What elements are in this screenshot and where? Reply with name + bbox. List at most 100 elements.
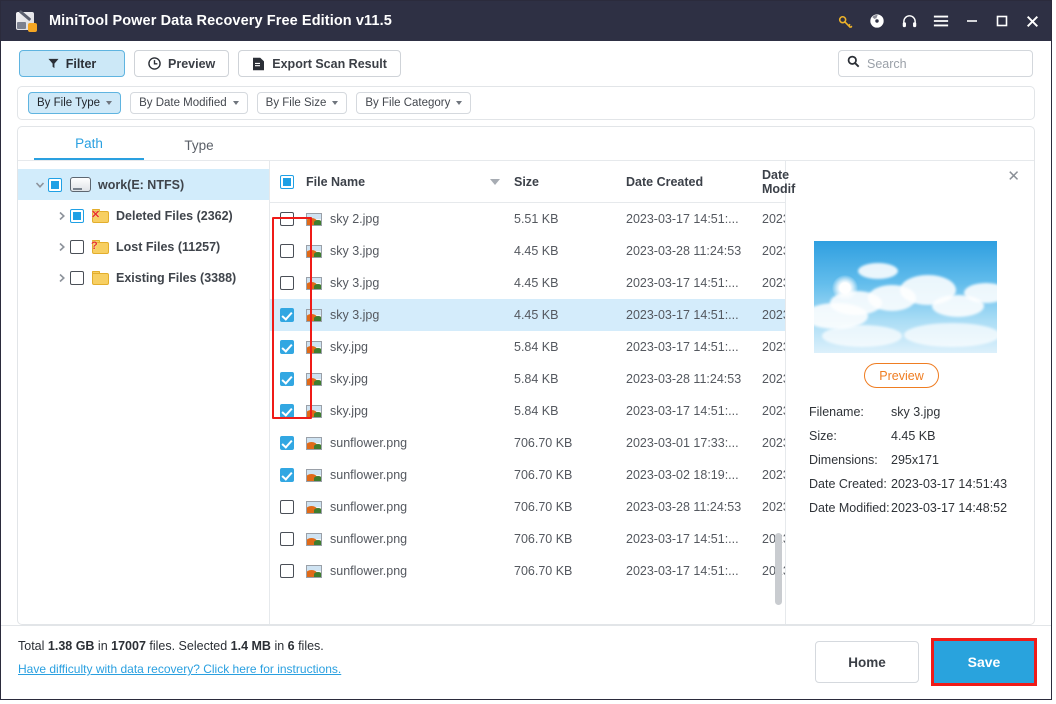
export-scan-result-button[interactable]: Export Scan Result [238, 50, 401, 77]
filter-by-file-size[interactable]: By File Size [256, 92, 348, 114]
minimize-button[interactable] [957, 1, 987, 41]
panel-tabs: Path Type [18, 127, 1034, 160]
filter-by-file-category[interactable]: By File Category [356, 92, 472, 114]
close-button[interactable] [1017, 1, 1047, 41]
filter-by-file-size-label: By File Size [265, 97, 327, 109]
tab-type[interactable]: Type [144, 138, 254, 160]
chevron-right-icon[interactable] [54, 242, 70, 252]
home-button[interactable]: Home [815, 641, 919, 683]
cell-file-name: sunflower.png [306, 532, 514, 546]
row-checkbox[interactable] [280, 276, 294, 290]
preview-metadata: Filename: sky 3.jpg Size: 4.45 KB Dimensions… [809, 405, 1028, 525]
row-checkbox[interactable] [280, 340, 294, 354]
cell-date-created: 2023-03-28 11:24:53 [626, 244, 742, 258]
filter-bar: By File Type By Date Modified By File Si… [17, 86, 1035, 120]
table-row[interactable]: sky 2.jpg5.51 KB2023-03-17 14:51:...2023… [270, 203, 785, 235]
metadata-value: sky 3.jpg [891, 405, 941, 419]
table-row[interactable]: sky.jpg5.84 KB2023-03-28 11:24:532023-..… [270, 363, 785, 395]
row-checkbox-cell[interactable] [280, 244, 306, 258]
row-checkbox-cell[interactable] [280, 564, 306, 578]
row-checkbox-cell[interactable] [280, 372, 306, 386]
row-checkbox[interactable] [280, 436, 294, 450]
row-checkbox[interactable] [280, 244, 294, 258]
cell-size: 4.45 KB [514, 244, 559, 258]
row-checkbox-cell[interactable] [280, 340, 306, 354]
search-input[interactable]: Search [838, 50, 1033, 77]
key-icon[interactable] [829, 1, 861, 41]
tree-checkbox-existing-files[interactable] [70, 270, 84, 285]
metadata-label: Size: [809, 429, 837, 443]
export-button-label: Export Scan Result [272, 56, 387, 71]
metadata-value: 2023-03-17 14:48:52 [891, 501, 1008, 515]
row-checkbox-cell[interactable] [280, 500, 306, 514]
chevron-down-icon[interactable] [32, 180, 48, 190]
disc-icon[interactable] [861, 1, 893, 41]
tree-item-deleted-files[interactable]: ✕ Deleted Files (2362) [18, 200, 269, 231]
row-checkbox[interactable] [280, 308, 294, 322]
directory-tree: work(E: NTFS) ✕ Deleted Files (2362) ? L… [18, 161, 270, 624]
preview-file-button[interactable]: Preview [864, 363, 939, 388]
cell-file-name: sky 3.jpg [306, 308, 514, 322]
row-checkbox[interactable] [280, 372, 294, 386]
save-button[interactable]: Save [934, 641, 1034, 683]
tree-item-existing-files[interactable]: Existing Files (3388) [18, 262, 269, 293]
headphones-icon[interactable] [893, 1, 925, 41]
row-checkbox[interactable] [280, 212, 294, 226]
sort-descending-icon[interactable] [490, 178, 500, 185]
select-all-checkbox-cell[interactable] [280, 174, 306, 189]
tree-item-drive[interactable]: work(E: NTFS) [18, 169, 269, 200]
table-row[interactable]: sunflower.png 706.70 KB 2023-03-01 17:33:.… [270, 427, 785, 459]
tab-path[interactable]: Path [34, 136, 144, 160]
table-row[interactable]: sky.jpg5.84 KB2023-03-17 14:51:...2023-.… [270, 331, 785, 363]
tree-checkbox-lost-files[interactable] [70, 239, 84, 254]
table-row[interactable]: sky.jpg5.84 KB2023-03-17 14:51:...2023-.… [270, 395, 785, 427]
chevron-right-icon[interactable] [54, 211, 70, 221]
export-file-icon [252, 57, 265, 71]
folder-lost-icon: ? [91, 239, 109, 254]
help-link[interactable]: Have difficulty with data recovery? Clic… [18, 662, 341, 676]
cell-date-created: 2023-03-17 14:51:... [626, 532, 739, 546]
column-header-date-created[interactable]: Date Created [626, 175, 762, 189]
filter-by-file-type[interactable]: By File Type [28, 92, 122, 114]
selected-suffix: files. [294, 639, 324, 653]
chevron-right-icon[interactable] [54, 273, 70, 283]
table-row[interactable]: sky 3.jpg4.45 KB2023-03-17 14:51:...2023… [270, 267, 785, 299]
close-preview-icon[interactable]: ✕ [1007, 169, 1020, 184]
row-checkbox-cell[interactable] [280, 212, 306, 226]
panel-body: work(E: NTFS) ✕ Deleted Files (2362) ? L… [18, 160, 1034, 624]
cell-size: 5.84 KB [514, 372, 559, 386]
row-checkbox-cell[interactable] [280, 276, 306, 290]
row-checkbox[interactable] [280, 532, 294, 546]
row-checkbox[interactable] [280, 500, 294, 514]
table-row[interactable]: sky 3.jpg4.45 KB2023-03-17 14:51:...2023… [270, 299, 785, 331]
row-checkbox-cell[interactable] [280, 404, 306, 418]
column-header-file-name-label: File Name [306, 174, 366, 189]
row-checkbox-cell[interactable] [280, 436, 306, 450]
table-row[interactable]: sunflower.png 706.70 KB 2023-03-28 11:24:5… [270, 491, 785, 523]
table-row[interactable]: sunflower.png 706.70 KB 2023-03-02 18:19:.… [270, 459, 785, 491]
filter-button[interactable]: Filter [19, 50, 125, 77]
table-row[interactable]: sunflower.png 706.70 KB 2023-03-17 14:51:.… [270, 523, 785, 555]
maximize-button[interactable] [987, 1, 1017, 41]
row-checkbox[interactable] [280, 564, 294, 578]
preview-pane: ✕ Preview Filename: sky 3.jpg Size: 4.45… [786, 161, 1034, 624]
row-checkbox-cell[interactable] [280, 308, 306, 322]
row-checkbox-cell[interactable] [280, 468, 306, 482]
tree-checkbox-deleted-files[interactable] [70, 208, 84, 223]
row-checkbox[interactable] [280, 404, 294, 418]
file-list-scrollbar-thumb[interactable] [775, 533, 782, 605]
preview-button[interactable]: Preview [134, 50, 230, 77]
table-row[interactable]: sunflower.png 706.70 KB 2023-03-17 14:51:.… [270, 555, 785, 587]
row-checkbox[interactable] [280, 468, 294, 482]
file-list-scrollbar[interactable] [775, 203, 782, 622]
cell-size: 706.70 KB [514, 564, 573, 578]
column-header-file-name[interactable]: File Name [306, 175, 514, 189]
table-row[interactable]: sky 3.jpg4.45 KB2023-03-28 11:24:532023-… [270, 235, 785, 267]
column-header-size[interactable]: Size [514, 175, 626, 189]
tree-checkbox-drive[interactable] [48, 177, 62, 192]
hamburger-menu-icon[interactable] [925, 1, 957, 41]
filter-by-date-modified[interactable]: By Date Modified [130, 92, 248, 114]
row-checkbox-cell[interactable] [280, 532, 306, 546]
tree-item-lost-files[interactable]: ? Lost Files (11257) [18, 231, 269, 262]
select-all-checkbox[interactable] [280, 174, 294, 189]
